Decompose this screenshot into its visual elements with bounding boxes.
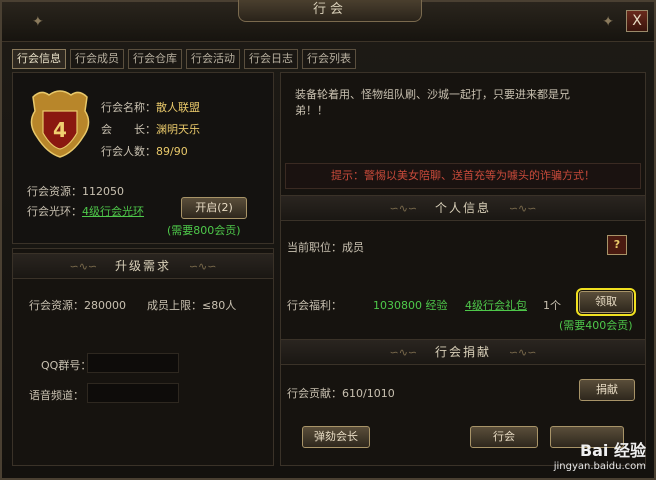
upgrade-resource-requirement: 行会资源：280000 bbox=[29, 299, 126, 312]
tab-guild-storage[interactable]: 行会仓库 bbox=[128, 49, 182, 69]
donate-button[interactable]: 捐献 bbox=[579, 379, 635, 401]
right-panel: 装备轮着用、怪物组队刷、沙城一起打，只要进来都是兄弟！！ 提示：警惕以美女陪聊、… bbox=[280, 72, 646, 466]
guild-members-row: 行会人数：89/90 bbox=[101, 143, 188, 159]
guild-resource-value: 112050 bbox=[82, 185, 124, 198]
help-button[interactable]: ? bbox=[607, 235, 627, 255]
personal-info-header: ∽∿∽ 个人信息 ∽∿∽ bbox=[281, 195, 645, 221]
header-swirl-left-icon: ∽∿∽ bbox=[69, 260, 98, 273]
header-swirl-right-icon: ∽∿∽ bbox=[508, 202, 537, 215]
header-swirl-right-icon: ∽∿∽ bbox=[188, 260, 217, 273]
window-title: 行会 bbox=[238, 0, 422, 22]
qq-group-label: QQ群号： bbox=[41, 359, 92, 372]
gift-count: 1个 bbox=[543, 299, 561, 312]
claim-requirement: (需要400会贡) bbox=[559, 319, 633, 332]
welfare-exp-value: 1030800 经验 bbox=[373, 299, 448, 312]
guild-resource-row: 行会资源：112050 bbox=[27, 183, 124, 199]
impeach-leader-button[interactable]: 弹劾会长 bbox=[302, 426, 370, 448]
title-bar: ✦ ✦ 行会 bbox=[2, 0, 654, 42]
tab-guild-log[interactable]: 行会日志 bbox=[244, 49, 298, 69]
header-swirl-left-icon: ∽∿∽ bbox=[389, 346, 418, 359]
upgrade-member-limit: 成员上限：≤80人 bbox=[147, 299, 237, 312]
guild-contribution: 行会贡献：610/1010 bbox=[287, 387, 395, 400]
guild-notice-text: 装备轮着用、怪物组队刷、沙城一起打，只要进来都是兄弟！！ bbox=[295, 88, 570, 117]
open-aura-requirement: (需要800会贡) bbox=[167, 224, 241, 237]
welfare-label: 行会福利： bbox=[287, 299, 342, 312]
guild-members-label: 行会人数： bbox=[101, 145, 156, 158]
guild-emblem-icon: 4 bbox=[30, 90, 90, 158]
guild-name-value: 散人联盟 bbox=[156, 101, 200, 114]
tab-guild-info[interactable]: 行会信息 bbox=[12, 49, 66, 69]
guild-aura-link[interactable]: 4级行会光环 bbox=[82, 205, 144, 218]
personal-info-header-title: 个人信息 bbox=[434, 201, 491, 215]
upgrade-panel: ∽∿∽ 升级需求 ∽∿∽ 行会资源：280000 成员上限：≤80人 QQ群号：… bbox=[12, 248, 274, 466]
donate-header: ∽∿∽ 行会捐献 ∽∿∽ bbox=[281, 339, 645, 365]
guild-aura-label: 行会光环： bbox=[27, 205, 82, 218]
open-aura-button[interactable]: 开启(2) bbox=[181, 197, 247, 219]
emblem-level: 4 bbox=[53, 118, 67, 142]
voice-channel-input[interactable] bbox=[87, 383, 179, 403]
close-button[interactable]: X bbox=[626, 10, 648, 32]
guild-resource-label: 行会资源： bbox=[27, 185, 82, 198]
guild-aura-row: 行会光环：4级行会光环 bbox=[27, 203, 144, 219]
watermark-logo: Bai 经验 bbox=[579, 441, 646, 460]
header-swirl-right-icon: ∽∿∽ bbox=[508, 346, 537, 359]
title-ornament-right-icon: ✦ bbox=[602, 14, 614, 30]
guild-leader-value: 渊明天乐 bbox=[156, 123, 200, 136]
qq-group-input[interactable] bbox=[87, 353, 179, 373]
guild-leader-row: 会 长：渊明天乐 bbox=[101, 121, 200, 137]
baidu-watermark: Bai 经验 jingyan.baidu.com bbox=[554, 437, 646, 472]
guild-name-label: 行会名称： bbox=[101, 101, 156, 114]
quit-guild-button[interactable]: 行会 bbox=[470, 426, 538, 448]
scam-warning-tip: 提示：警惕以美女陪聊、送首充等为噱头的诈骗方式！ bbox=[285, 163, 641, 189]
guild-summary-panel: 4 行会名称：散人联盟 会 长：渊明天乐 行会人数：89/90 行会资源：112… bbox=[12, 72, 274, 244]
guild-leader-label: 会 长： bbox=[101, 123, 156, 136]
guild-window: ✦ ✦ 行会 X 行会信息 行会成员 行会仓库 行会活动 行会日志 行会列表 4… bbox=[0, 0, 656, 480]
donate-header-title: 行会捐献 bbox=[434, 345, 491, 359]
guild-members-value: 89/90 bbox=[156, 145, 188, 158]
tab-guild-activity[interactable]: 行会活动 bbox=[186, 49, 240, 69]
watermark-url: jingyan.baidu.com bbox=[553, 461, 646, 472]
current-position: 当前职位：成员 bbox=[287, 241, 364, 254]
voice-channel-label: 语音频道： bbox=[29, 389, 84, 402]
tab-guild-members[interactable]: 行会成员 bbox=[70, 49, 124, 69]
claim-button[interactable]: 领取 bbox=[576, 288, 636, 316]
header-swirl-left-icon: ∽∿∽ bbox=[389, 202, 418, 215]
tab-guild-list[interactable]: 行会列表 bbox=[302, 49, 356, 69]
upgrade-header: ∽∿∽ 升级需求 ∽∿∽ bbox=[13, 253, 273, 279]
tab-bar: 行会信息 行会成员 行会仓库 行会活动 行会日志 行会列表 bbox=[12, 49, 356, 69]
upgrade-header-title: 升级需求 bbox=[114, 259, 171, 273]
guild-gift-link[interactable]: 4级行会礼包 bbox=[465, 297, 527, 313]
title-ornament-left-icon: ✦ bbox=[32, 14, 44, 30]
guild-name-row: 行会名称：散人联盟 bbox=[101, 99, 200, 115]
